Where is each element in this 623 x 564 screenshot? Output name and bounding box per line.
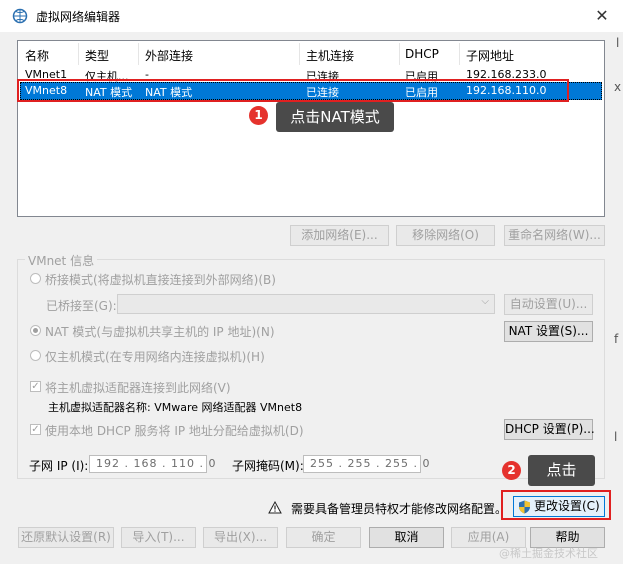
- admin-shield-icon: [519, 500, 530, 514]
- dhcp-checkbox[interactable]: ✓: [30, 424, 41, 435]
- highlight-box-vmnet8: [17, 79, 569, 102]
- rename-network-button[interactable]: 重命名网络(W)...: [504, 225, 605, 246]
- column-header-dhcp[interactable]: DHCP: [405, 47, 439, 61]
- host-only-radio[interactable]: [30, 350, 41, 361]
- admin-notice: 需要具备管理员特权才能修改网络配置。: [291, 502, 499, 516]
- adapter-name-text: 主机虚拟适配器名称: VMware 网络适配器 VMnet8: [48, 401, 303, 414]
- column-header-external[interactable]: 外部连接: [145, 47, 193, 64]
- watermark: @稀土掘金技术社区: [499, 547, 598, 560]
- subnet-mask-label: 子网掩码(M):: [232, 459, 304, 473]
- subnet-ip-input[interactable]: 192 . 168 . 110 . 0: [89, 455, 215, 473]
- connect-adapter-label: 将主机虚拟适配器连接到此网络(V): [45, 381, 231, 395]
- column-header-subnet[interactable]: 子网地址: [466, 47, 514, 64]
- connect-adapter-checkbox[interactable]: ✓: [30, 381, 41, 392]
- export-button[interactable]: 导出(X)...: [203, 527, 278, 548]
- cancel-button[interactable]: 取消: [369, 527, 444, 548]
- vmnet-info-group: [17, 259, 605, 479]
- network-editor-icon: [12, 8, 28, 24]
- dhcp-label: 使用本地 DHCP 服务将 IP 地址分配给虚拟机(D): [45, 424, 304, 438]
- dhcp-settings-button[interactable]: DHCP 设置(P)...: [504, 419, 595, 440]
- host-only-label: 仅主机模式(在专用网络内连接虚拟机)(H): [45, 350, 265, 364]
- auto-settings-button[interactable]: 自动设置(U)...: [504, 294, 593, 315]
- nat-mode-label: NAT 模式(与虚拟机共享主机的 IP 地址)(N): [45, 325, 275, 339]
- step-badge-1: 1: [249, 106, 268, 125]
- nat-mode-radio[interactable]: [30, 325, 41, 336]
- add-network-button[interactable]: 添加网络(E)...: [290, 225, 389, 246]
- change-settings-button[interactable]: 更改设置(C): [513, 496, 605, 517]
- window-title: 虚拟网络编辑器: [36, 10, 121, 24]
- close-icon[interactable]: ✕: [592, 6, 612, 26]
- bridged-to-select[interactable]: ⌵: [117, 294, 495, 314]
- nat-settings-button[interactable]: NAT 设置(S)...: [504, 321, 593, 342]
- import-button[interactable]: 导入(T)...: [121, 527, 196, 548]
- column-header-name[interactable]: 名称: [25, 47, 49, 64]
- remove-network-button[interactable]: 移除网络(O): [396, 225, 495, 246]
- tooltip-click-nat: 点击NAT模式: [276, 102, 394, 132]
- vmnet-info-title: VMnet 信息: [25, 252, 98, 269]
- title-bar: 虚拟网络编辑器 ✕: [0, 0, 623, 32]
- subnet-mask-input[interactable]: 255 . 255 . 255 . 0: [303, 455, 429, 473]
- bridge-mode-label: 桥接模式(将虚拟机直接连接到外部网络)(B): [45, 273, 276, 287]
- column-header-host[interactable]: 主机连接: [306, 47, 354, 64]
- restore-defaults-button[interactable]: 还原默认设置(R): [18, 527, 114, 548]
- subnet-ip-label: 子网 IP (I):: [29, 459, 89, 473]
- warning-icon: [268, 501, 282, 514]
- step-badge-2: 2: [502, 461, 521, 480]
- column-header-type[interactable]: 类型: [85, 47, 109, 64]
- bridged-to-label: 已桥接至(G):: [46, 299, 117, 313]
- bridge-mode-radio[interactable]: [30, 273, 41, 284]
- change-settings-label: 更改设置(C): [534, 499, 600, 513]
- chevron-down-icon: ⌵: [481, 296, 489, 307]
- ok-button[interactable]: 确定: [286, 527, 361, 548]
- tooltip-click: 点击: [528, 455, 595, 486]
